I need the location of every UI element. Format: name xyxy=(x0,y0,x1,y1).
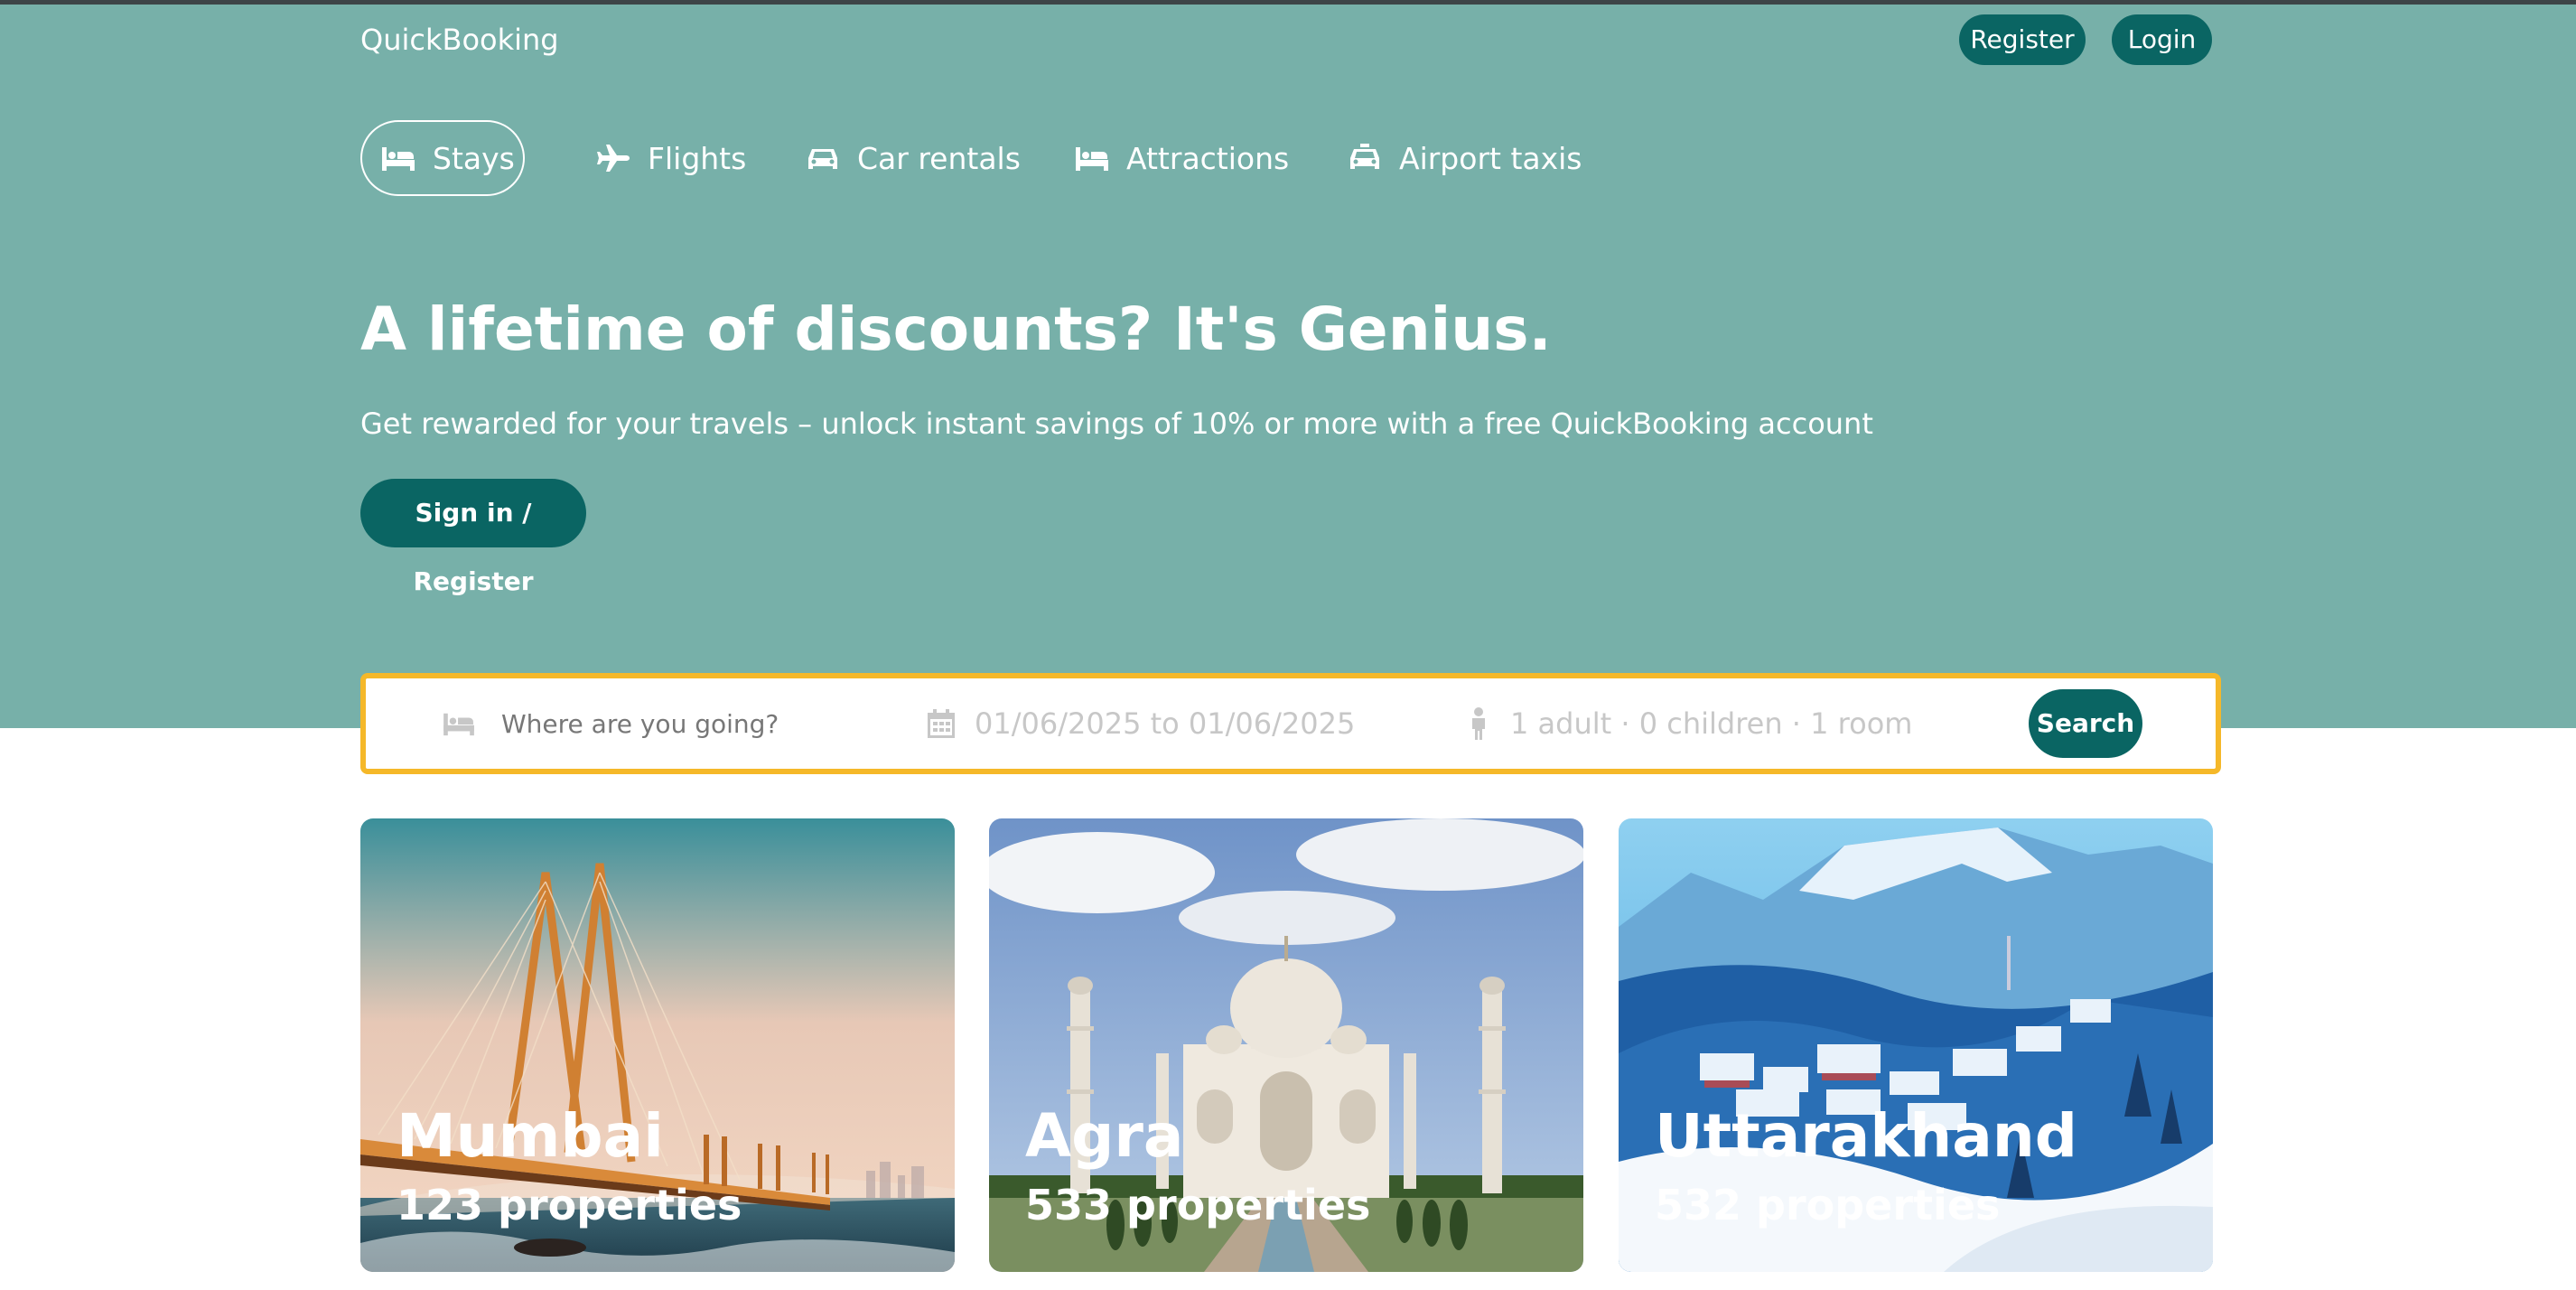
destination-field[interactable] xyxy=(440,678,882,769)
tab-airport-taxis[interactable]: Airport taxis xyxy=(1345,120,1584,196)
destination-name: Agra xyxy=(1025,1101,1184,1171)
plane-icon xyxy=(597,145,630,172)
calendar-icon xyxy=(928,709,955,738)
date-range-field[interactable]: 01/06/2025 to 01/06/2025 xyxy=(928,678,1355,769)
tab-label: Airport taxis xyxy=(1399,140,1582,176)
tab-stays[interactable]: Stays xyxy=(360,120,525,196)
property-count: 533 properties xyxy=(1025,1181,1371,1229)
date-range-value: 01/06/2025 to 01/06/2025 xyxy=(975,706,1356,741)
destination-name: Mumbai xyxy=(397,1101,664,1171)
search-bar: 01/06/2025 to 01/06/2025 1 adult · 0 chi… xyxy=(360,673,2221,774)
tab-label: Flights xyxy=(648,140,747,176)
tab-label: Car rentals xyxy=(857,140,1021,176)
hero-title: A lifetime of discounts? It's Genius. xyxy=(360,294,1552,364)
property-count: 532 properties xyxy=(1655,1181,2001,1229)
guests-field[interactable]: 1 adult · 0 children · 1 room xyxy=(1469,678,1912,769)
destination-card-mumbai[interactable]: Mumbai 123 properties xyxy=(360,818,955,1272)
sign-in-register-button[interactable]: Sign in / Register xyxy=(360,479,586,596)
search-button[interactable]: Search xyxy=(2029,689,2142,758)
tab-label: Attractions xyxy=(1126,140,1290,176)
tab-attractions[interactable]: Attractions xyxy=(1072,120,1291,196)
car-icon xyxy=(808,149,837,169)
hero-subtitle: Get rewarded for your travels – unlock i… xyxy=(360,407,1873,441)
bed-icon xyxy=(382,147,415,171)
bed-icon xyxy=(443,713,474,736)
taxi-icon xyxy=(1350,144,1379,169)
tab-flights[interactable]: Flights xyxy=(593,120,748,196)
destination-name: Uttarakhand xyxy=(1655,1101,2077,1171)
property-count: 123 properties xyxy=(397,1181,742,1229)
destination-card-agra[interactable]: Agra 533 properties xyxy=(989,818,1583,1272)
login-button[interactable]: Login xyxy=(2112,14,2212,65)
destination-input[interactable] xyxy=(499,707,882,740)
brand-logo[interactable]: QuickBooking xyxy=(360,20,559,60)
destination-card-uttarakhand[interactable]: Uttarakhand 532 properties xyxy=(1619,818,2213,1272)
register-button[interactable]: Register xyxy=(1959,14,2086,65)
tab-label: Stays xyxy=(433,140,515,176)
tab-car-rentals[interactable]: Car rentals xyxy=(803,120,1022,196)
bed-icon xyxy=(1076,147,1108,171)
guests-value: 1 adult · 0 children · 1 room xyxy=(1510,706,1913,741)
person-icon xyxy=(1472,707,1485,740)
